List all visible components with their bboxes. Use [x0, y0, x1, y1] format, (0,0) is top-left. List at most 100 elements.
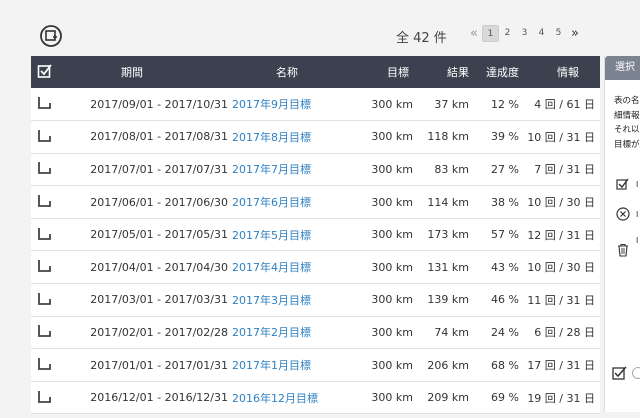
pagination-page-2[interactable]: 2	[499, 25, 516, 42]
side-text-line: 目標が	[614, 139, 640, 150]
table-row[interactable]: 2017/05/01 - 2017/05/31 2017年5月目標 300 km 17…	[31, 218, 600, 251]
cell-period: 2017/01/01 - 2017/01/31	[90, 358, 228, 372]
row-checkbox-icon[interactable]	[37, 160, 52, 175]
side-text-line: 細情報	[614, 110, 640, 121]
pagination-page-3[interactable]: 3	[516, 25, 533, 42]
row-checkbox-icon[interactable]	[37, 258, 52, 273]
table-row[interactable]: 2017/09/01 - 2017/10/31 2017年9月目標 300 km 37…	[31, 88, 600, 121]
row-checkbox-icon[interactable]	[37, 291, 52, 306]
selection-side-panel: 選択 表の名 細情報 それ以 目標が I I I	[604, 56, 640, 412]
bottom-circle-icon[interactable]	[632, 367, 640, 379]
cell-name[interactable]: 2016年12月目標	[232, 381, 345, 414]
cell-info: 4 回 / 61 日	[534, 98, 595, 112]
side-panel-description: 表の名 細情報 それ以 目標が	[614, 94, 640, 152]
cell-period: 2017/04/01 - 2017/04/30	[90, 260, 228, 274]
cell-period: 2016/12/01 - 2016/12/31	[90, 391, 228, 405]
cell-rate: 24 %	[491, 325, 519, 339]
pagination-page-1[interactable]: 1	[482, 25, 499, 42]
cell-rate: 38 %	[491, 195, 519, 209]
cell-target: 300 km	[371, 130, 413, 144]
row-checkbox-cell	[31, 381, 57, 414]
trash-icon[interactable]	[616, 243, 630, 257]
cell-period: 2017/08/01 - 2017/08/31	[90, 130, 228, 144]
pagination-prev[interactable]: «	[466, 25, 482, 42]
row-checkbox-cell	[31, 349, 57, 382]
column-period[interactable]: 期間	[57, 56, 232, 88]
cell-info: 11 回 / 31 日	[527, 293, 595, 307]
table-row[interactable]: 2016/12/01 - 2016/12/31 2016年12月目標 300 km 2…	[31, 381, 600, 414]
pagination-next[interactable]: »	[567, 25, 583, 42]
column-rate[interactable]: 達成度	[469, 56, 519, 88]
column-target[interactable]: 目標	[345, 56, 413, 88]
cell-period: 2017/06/01 - 2017/06/30	[90, 195, 228, 209]
cell-result: 74 km	[434, 325, 469, 339]
bottom-checkbox-icon[interactable]	[612, 365, 627, 380]
column-name[interactable]: 名称	[232, 56, 345, 88]
cell-rate: 57 %	[491, 228, 519, 242]
cell-name[interactable]: 2017年2月目標	[232, 316, 345, 349]
table-row[interactable]: 2017/04/01 - 2017/04/30 2017年4月目標 300 km 13…	[31, 250, 600, 284]
row-checkbox-cell	[31, 88, 57, 121]
cell-period: 2017/09/01 - 2017/10/31	[90, 97, 228, 111]
cell-result: 83 km	[434, 162, 469, 176]
add-goal-icon[interactable]	[39, 24, 63, 48]
select-checkbox-icon[interactable]	[616, 177, 630, 191]
side-panel-tab[interactable]: 選択	[605, 56, 640, 80]
row-checkbox-cell	[31, 316, 57, 349]
cell-name[interactable]: 2017年9月目標	[232, 88, 345, 121]
cell-period: 2017/03/01 - 2017/03/31	[90, 293, 228, 307]
cell-period: 2017/05/01 - 2017/05/31	[90, 228, 228, 242]
table-row[interactable]: 2017/01/01 - 2017/01/31 2017年1月目標 300 km 20…	[31, 348, 600, 382]
table-row[interactable]: 2017/07/01 - 2017/07/31 2017年7月目標 300 km 83…	[31, 153, 600, 186]
side-item-label: I	[636, 210, 639, 219]
cell-result: 139 km	[427, 293, 469, 307]
cell-result: 114 km	[427, 195, 469, 209]
cell-info: 10 回 / 30 日	[527, 196, 595, 210]
row-checkbox-icon[interactable]	[37, 389, 52, 404]
cell-info: 7 回 / 31 日	[534, 163, 595, 177]
cell-info: 10 回 / 30 日	[527, 261, 595, 275]
cell-name[interactable]: 2017年4月目標	[232, 251, 345, 284]
cell-rate: 46 %	[491, 293, 519, 307]
cell-name[interactable]: 2017年3月目標	[232, 284, 345, 317]
cell-target: 300 km	[371, 260, 413, 274]
cell-name[interactable]: 2017年5月目標	[232, 218, 345, 251]
table-row[interactable]: 2017/08/01 - 2017/08/31 2017年8月目標 300 km 11…	[31, 120, 600, 154]
pagination-page-5[interactable]: 5	[550, 25, 567, 42]
column-result[interactable]: 結果	[413, 56, 469, 88]
cell-period: 2017/02/01 - 2017/02/28	[90, 325, 228, 339]
cell-target: 300 km	[371, 162, 413, 176]
column-info[interactable]: 情報	[519, 56, 600, 88]
row-checkbox-icon[interactable]	[37, 193, 52, 208]
table-row[interactable]: 2017/02/01 - 2017/02/28 2017年2月目標 300 km 74…	[31, 316, 600, 349]
cell-name[interactable]: 2017年1月目標	[232, 349, 345, 382]
table-row[interactable]: 2017/06/01 - 2017/06/30 2017年6月目標 300 km 11…	[31, 185, 600, 219]
side-item-label: I	[636, 180, 639, 189]
cell-target: 300 km	[371, 325, 413, 339]
table-row[interactable]: 2017/03/01 - 2017/03/31 2017年3月目標 300 km 13…	[31, 283, 600, 317]
row-checkbox-icon[interactable]	[37, 226, 52, 241]
row-checkbox-icon[interactable]	[37, 356, 52, 371]
row-checkbox-icon[interactable]	[37, 128, 52, 143]
pagination: « 1 2 3 4 5 »	[466, 25, 583, 42]
cell-info: 6 回 / 28 日	[534, 326, 595, 340]
cell-rate: 68 %	[491, 358, 519, 372]
cell-info: 12 回 / 31 日	[527, 228, 595, 242]
table-header-row: 期間 名称 目標 結果 達成度 情報	[31, 56, 600, 88]
cell-name[interactable]: 2017年6月目標	[232, 186, 345, 219]
toolbar: 全 42 件 « 1 2 3 4 5 »	[0, 0, 600, 56]
cell-rate: 27 %	[491, 162, 519, 176]
row-checkbox-icon[interactable]	[37, 323, 52, 338]
row-checkbox-cell	[31, 121, 57, 154]
select-all-checkbox-icon[interactable]	[37, 63, 53, 79]
row-checkbox-icon[interactable]	[37, 95, 52, 110]
cell-info: 10 回 / 31 日	[527, 130, 595, 144]
pagination-page-4[interactable]: 4	[533, 25, 550, 42]
cell-result: 206 km	[427, 358, 469, 372]
side-item-label: I	[636, 236, 639, 245]
clear-selection-icon[interactable]	[616, 207, 630, 221]
cell-period: 2017/07/01 - 2017/07/31	[90, 162, 228, 176]
cell-name[interactable]: 2017年7月目標	[232, 153, 345, 186]
cell-name[interactable]: 2017年8月目標	[232, 121, 345, 154]
side-text-line: 表の名	[614, 96, 640, 106]
